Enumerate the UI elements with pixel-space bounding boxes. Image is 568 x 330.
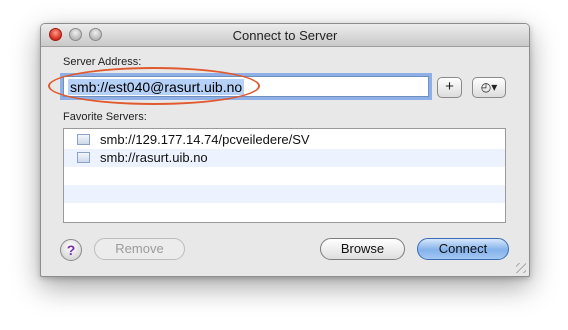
favorite-servers-label: Favorite Servers:	[63, 111, 147, 123]
list-item[interactable]: smb://rasurt.uib.no	[64, 149, 505, 167]
recent-servers-button[interactable]: ◴▾	[472, 77, 506, 98]
empty-row	[64, 203, 505, 221]
connect-button[interactable]: Connect	[417, 238, 509, 260]
add-to-favorites-button[interactable]: +	[437, 77, 462, 98]
server-address-label: Server Address:	[63, 56, 142, 68]
server-icon	[77, 152, 90, 163]
title-bar[interactable]: Connect to Server	[41, 24, 529, 47]
server-icon	[77, 134, 90, 145]
empty-row	[64, 185, 505, 203]
remove-button[interactable]: Remove	[94, 238, 185, 260]
resize-grip[interactable]	[516, 263, 526, 273]
help-button[interactable]: ?	[60, 239, 82, 261]
list-item-label: smb://rasurt.uib.no	[100, 150, 208, 165]
annotation-highlight-oval	[48, 67, 260, 105]
browse-button[interactable]: Browse	[320, 238, 405, 260]
clock-dropdown-icon: ◴▾	[480, 80, 498, 94]
window-title: Connect to Server	[232, 28, 338, 43]
favorite-servers-list[interactable]: smb://129.177.14.74/pcveiledere/SV smb:/…	[63, 128, 506, 223]
connect-to-server-window: Connect to Server Server Address: smb://…	[40, 23, 530, 277]
empty-row	[64, 167, 505, 185]
list-item[interactable]: smb://129.177.14.74/pcveiledere/SV	[64, 131, 505, 149]
list-item-label: smb://129.177.14.74/pcveiledere/SV	[100, 132, 310, 147]
